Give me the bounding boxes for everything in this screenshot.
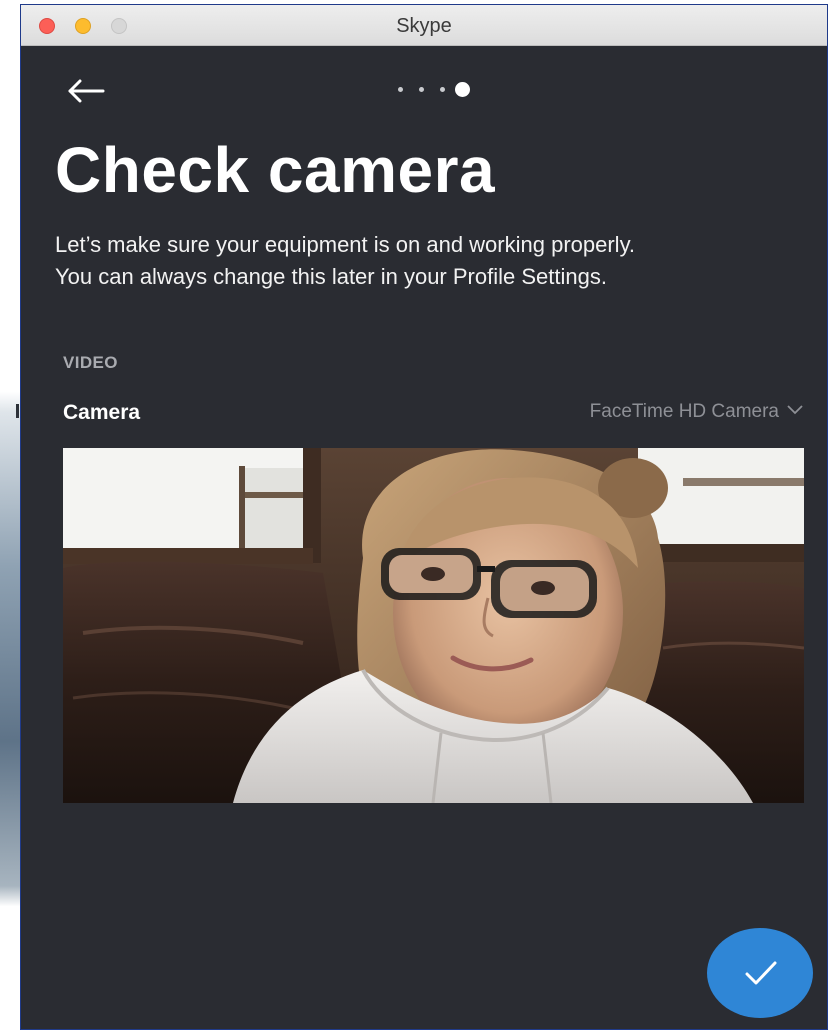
screen: Skype Check camera Let’s make sure your … — [0, 0, 830, 1030]
camera-preview — [63, 448, 804, 803]
arrow-left-icon — [68, 79, 105, 103]
camera-select-dropdown[interactable]: FaceTime HD Camera — [590, 401, 803, 423]
step-dot-3 — [440, 87, 445, 92]
desktop-edge-mark — [16, 404, 19, 418]
window-titlebar[interactable]: Skype — [21, 5, 827, 46]
camera-preview-image — [63, 448, 804, 803]
window-title: Skype — [396, 15, 452, 37]
back-button[interactable] — [61, 71, 111, 111]
video-section-label: VIDEO — [63, 353, 118, 372]
step-dot-2 — [419, 87, 424, 92]
skype-window: Skype Check camera Let’s make sure your … — [20, 4, 828, 1030]
page-description: Let’s make sure your equipment is on and… — [55, 229, 795, 293]
step-dot-4-active — [455, 82, 470, 97]
desktop-background — [0, 0, 20, 1030]
confirm-button[interactable] — [707, 928, 813, 1018]
description-line-1: Let’s make sure your equipment is on and… — [55, 232, 636, 257]
chevron-down-icon — [787, 405, 803, 415]
camera-label: Camera — [63, 401, 141, 424]
step-dot-1 — [398, 87, 403, 92]
selected-camera-value: FaceTime HD Camera — [589, 401, 779, 422]
description-line-2: You can always change this later in your… — [55, 264, 607, 289]
checkmark-icon — [745, 961, 777, 985]
page-title: Check camera — [55, 134, 496, 206]
